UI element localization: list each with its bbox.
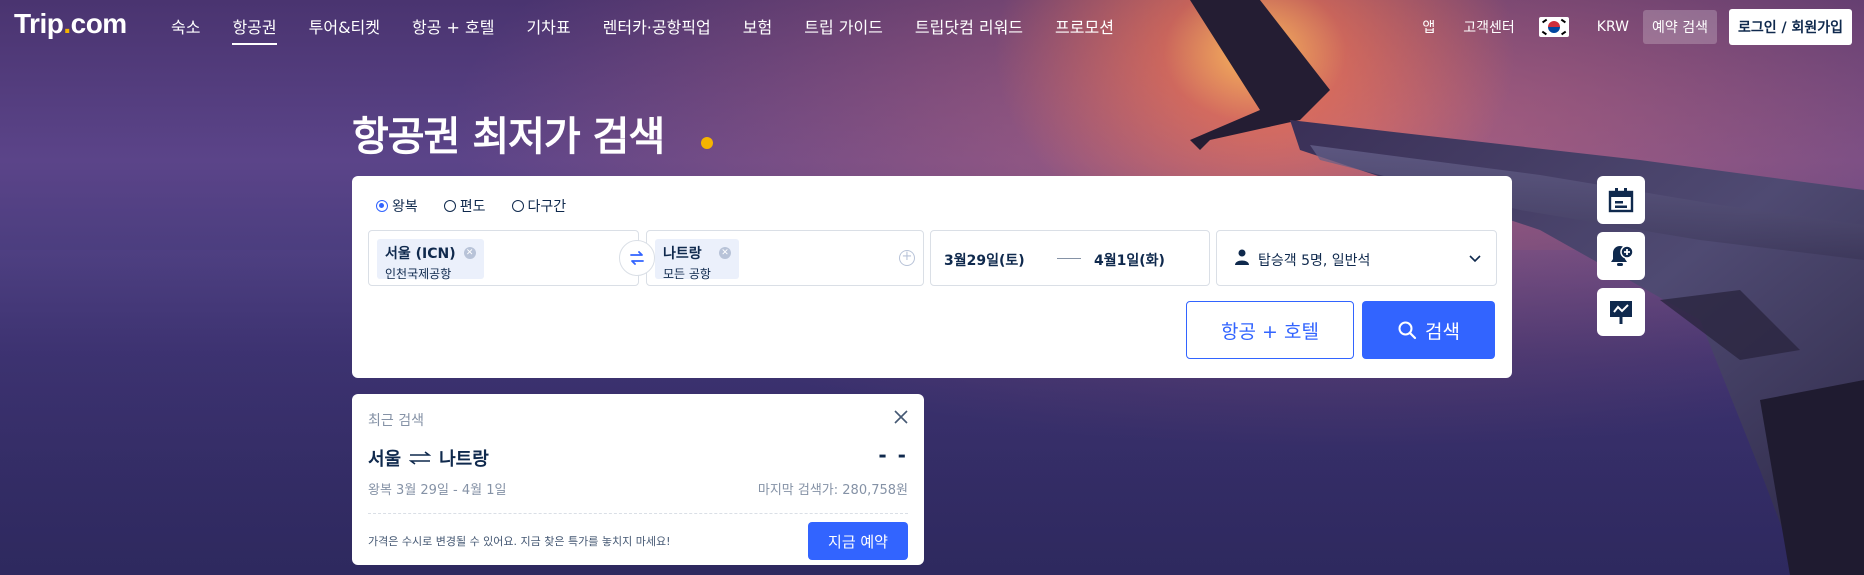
origin-clear-icon[interactable]: ✕ [463,247,476,259]
nav-item-flight-hotel[interactable]: 항공 + 호텔 [412,14,494,38]
trip-type-oneway[interactable]: 편도 [443,196,486,216]
nav-item-trip-guide[interactable]: 트립 가이드 [804,14,883,38]
destination-city: 나트랑 [663,246,702,262]
nav-item-trains[interactable]: 기차표 [526,14,570,38]
recent-from: 서울 [368,449,402,470]
divider [368,513,908,514]
app-link[interactable]: 앱 [1422,17,1435,37]
korea-flag-icon[interactable] [1538,17,1569,37]
price-alert-icon [1611,245,1634,266]
recent-last-price: 마지막 검색가: 280,758원 [757,483,908,498]
origin-chip[interactable]: 서울 (ICN) 인천국제공항 ✕ [377,239,484,281]
book-now-button[interactable]: 지금 예약 [808,522,908,560]
origin-city: 서울 (ICN) [385,246,456,262]
nav-item-stays[interactable]: 숙소 [171,14,200,38]
nav-item-car-rental[interactable]: 렌터카·공항픽업 [603,14,711,38]
price-trend-icon [1610,301,1632,324]
add-destination-icon[interactable]: + [899,250,915,266]
calendar-tool-button[interactable] [1597,176,1645,224]
origin-airport: 인천국제공항 [385,267,452,281]
chevron-down-icon [1469,255,1481,263]
search-button[interactable]: 검색 [1362,301,1495,359]
date-separator [1057,258,1081,259]
page-title: 항공권 최저가 검색 [352,114,665,160]
price-trend-button[interactable] [1597,288,1645,336]
close-icon[interactable] [894,410,908,424]
recent-search-card[interactable]: 최근 검색 서울 나트랑 - - 왕복 3월 29일 - 4월 1일 마지막 검… [352,394,924,565]
search-button-label: 검색 [1425,320,1460,343]
flight-search-card: 왕복 편도 다구간 서울 (ICN) 인천국제공항 ✕ 나트랑 모든 공항 ✕ … [352,176,1512,378]
origin-field[interactable]: 서울 (ICN) 인천국제공항 ✕ [368,230,639,286]
date-field[interactable]: 3월29일(토) 4월1일(화) [930,230,1210,286]
booking-search-button[interactable]: 예약 검색 [1642,10,1717,44]
calendar-icon [1608,188,1634,213]
top-nav: Trip.com 숙소 항공권 투어&티켓 항공 + 호텔 기차표 렌터카·공항… [0,0,1864,50]
nav-item-rewards[interactable]: 트립닷컴 리워드 [915,14,1023,38]
trip-type-selector: 왕복 편도 다구간 [376,196,592,216]
return-date[interactable]: 4월1일(화) [1094,250,1165,270]
flight-hotel-button[interactable]: 항공 + 호텔 [1186,301,1354,359]
passenger-summary: 탑승객 5명, 일반석 [1258,253,1371,269]
nav-item-tours[interactable]: 투어&티켓 [309,14,380,38]
currency-selector[interactable]: KRW [1597,19,1629,35]
recent-price: - - [878,443,908,467]
swap-icon [630,251,644,265]
trip-type-multicity[interactable]: 다구간 [511,196,566,216]
price-notice: 가격은 수시로 변경될 수 있어요. 지금 찾은 특가를 놓치지 마세요! [368,535,671,548]
recent-to: 나트랑 [439,449,489,470]
destination-clear-icon[interactable]: ✕ [718,247,731,259]
login-button[interactable]: 로그인 / 회원가입 [1728,9,1852,45]
nav-right: 앱 고객센터 KRW 예약 검색 로그인 / 회원가입 [1394,9,1852,45]
trip-type-round[interactable]: 왕복 [376,196,418,216]
destination-airport: 모든 공항 [663,267,711,281]
depart-date[interactable]: 3월29일(토) [944,250,1025,270]
swap-button[interactable] [619,240,655,276]
destination-chip[interactable]: 나트랑 모든 공항 ✕ [655,239,739,281]
roundtrip-arrows-icon [409,451,432,465]
passenger-field[interactable]: 탑승객 5명, 일반석 [1216,230,1497,286]
trip-logo[interactable]: Trip.com [14,8,127,40]
destination-field[interactable]: 나트랑 모든 공항 ✕ + [646,230,924,286]
nav-item-promotions[interactable]: 프로모션 [1055,14,1114,38]
recent-search-heading: 최근 검색 [368,413,424,429]
nav-item-flights[interactable]: 항공권 [232,14,277,45]
recent-trip-meta: 왕복 3월 29일 - 4월 1일 [368,483,507,498]
nav-item-insurance[interactable]: 보험 [743,14,772,38]
price-alert-button[interactable] [1597,232,1645,280]
customer-support-link[interactable]: 고객센터 [1463,17,1515,37]
recent-route[interactable]: 서울 나트랑 [368,445,489,471]
person-icon [1235,249,1249,265]
nav-menu: 숙소 항공권 투어&티켓 항공 + 호텔 기차표 렌터카·공항픽업 보험 트립 … [171,14,1146,45]
search-icon [1398,321,1417,340]
title-dot [701,137,713,149]
